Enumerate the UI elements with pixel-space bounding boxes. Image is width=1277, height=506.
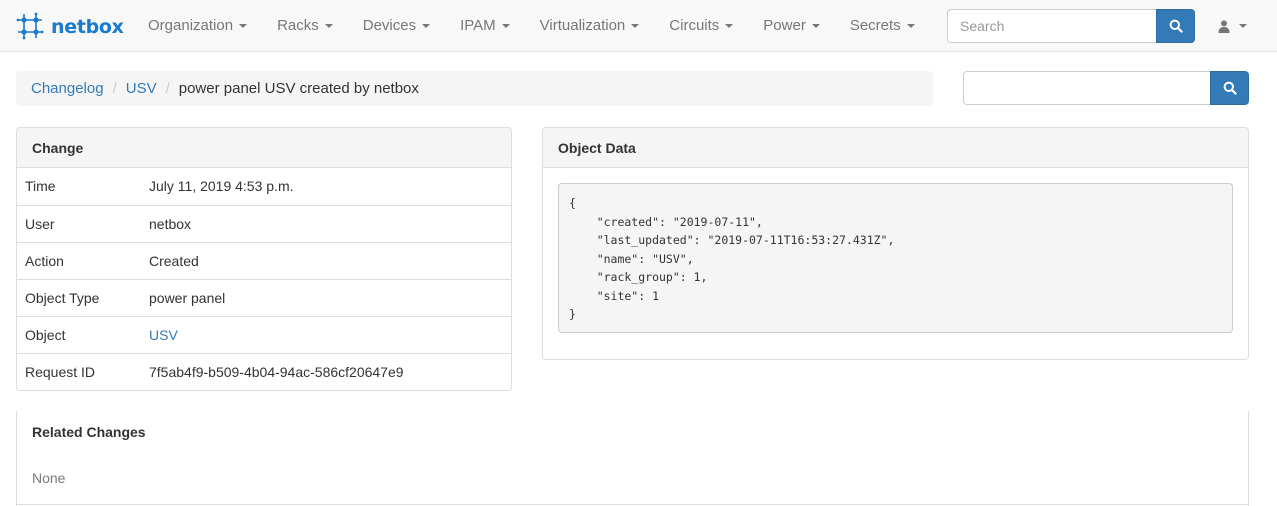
user-menu[interactable] [1218,0,1247,52]
table-row: Request ID 7f5ab4f9-b509-4b04-94ac-586cf… [17,353,511,390]
table-row: Action Created [17,242,511,279]
object-link[interactable]: USV [149,317,178,353]
change-panel: Change Time July 11, 2019 4:53 p.m. User… [16,127,512,391]
menu-ipam[interactable]: IPAM [445,0,525,52]
related-changes-heading: Related Changes [32,424,146,440]
user-icon [1218,19,1230,33]
brand-name: netbox [51,16,124,38]
menu-power[interactable]: Power [748,0,835,52]
row-key: Object [25,327,66,343]
row-value: netbox [149,216,192,232]
row-value: 7f5ab4f9-b509-4b04-94ac-586cf20647e9 [149,364,404,380]
global-search [947,9,1195,43]
table-row: Time July 11, 2019 4:53 p.m. [17,168,511,205]
breadcrumb: Changelog / USV / power panel USV create… [16,71,933,106]
menu-devices[interactable]: Devices [348,0,445,52]
caret-down-icon [725,24,734,29]
caret-down-icon [906,24,915,29]
change-panel-heading: Change [17,128,511,168]
changelog-search-button[interactable] [1210,71,1249,105]
caret-down-icon [811,24,820,29]
main-menu: Organization Racks Devices IPAM Virtuali… [133,0,930,52]
row-key: Request ID [25,364,96,380]
menu-racks[interactable]: Racks [262,0,348,52]
menu-circuits[interactable]: Circuits [654,0,748,52]
caret-down-icon [1239,24,1247,28]
navbar: netbox Organization Racks Devices IPAM V… [0,0,1277,52]
menu-label: Secrets [849,17,901,34]
row-key: Action [25,253,64,269]
object-data-body: { "created": "2019-07-11", "last_updated… [543,168,1248,348]
menu-label: IPAM [460,17,496,34]
menu-label: Organization [148,17,234,34]
menu-secrets[interactable]: Secrets [835,0,930,52]
changelog-search [963,71,1249,105]
search-icon [1223,81,1237,95]
caret-down-icon [501,24,510,29]
breadcrumb-current: power panel USV created by netbox [178,80,419,97]
row-value: Created [149,253,199,269]
global-search-input[interactable] [947,9,1156,43]
search-icon [1169,19,1183,33]
menu-virtualization[interactable]: Virtualization [525,0,655,52]
netbox-logo-icon [15,11,45,44]
menu-label: Power [763,17,806,34]
caret-down-icon [324,24,333,29]
caret-down-icon [422,24,431,29]
table-row: Object USV [17,316,511,353]
row-key: Time [25,178,56,194]
menu-organization[interactable]: Organization [133,0,262,52]
menu-label: Devices [362,17,417,34]
row-value: power panel [149,290,226,306]
change-table: Time July 11, 2019 4:53 p.m. User netbox… [17,168,511,390]
global-search-button[interactable] [1156,9,1195,43]
breadcrumb-separator: / [112,80,117,97]
menu-label: Virtualization [539,17,626,34]
breadcrumb-usv[interactable]: USV [126,80,157,97]
object-data-panel: Object Data { "created": "2019-07-11", "… [542,127,1249,360]
row-key: Object Type [25,290,100,306]
changelog-search-input[interactable] [963,71,1210,105]
row-key: User [25,216,55,232]
row-value: July 11, 2019 4:53 p.m. [149,178,294,194]
table-row: Object Type power panel [17,279,511,316]
related-changes-empty: None [32,470,66,486]
breadcrumb-separator: / [165,80,170,97]
brand-link[interactable]: netbox [15,12,124,42]
object-data-heading: Object Data [543,128,1248,168]
divider [16,504,1249,505]
breadcrumb-changelog[interactable]: Changelog [31,80,104,97]
table-row: User netbox [17,205,511,242]
object-data-json: { "created": "2019-07-11", "last_updated… [558,183,1233,333]
caret-down-icon [239,24,248,29]
menu-label: Circuits [669,17,720,34]
menu-label: Racks [277,17,319,34]
caret-down-icon [631,24,640,29]
